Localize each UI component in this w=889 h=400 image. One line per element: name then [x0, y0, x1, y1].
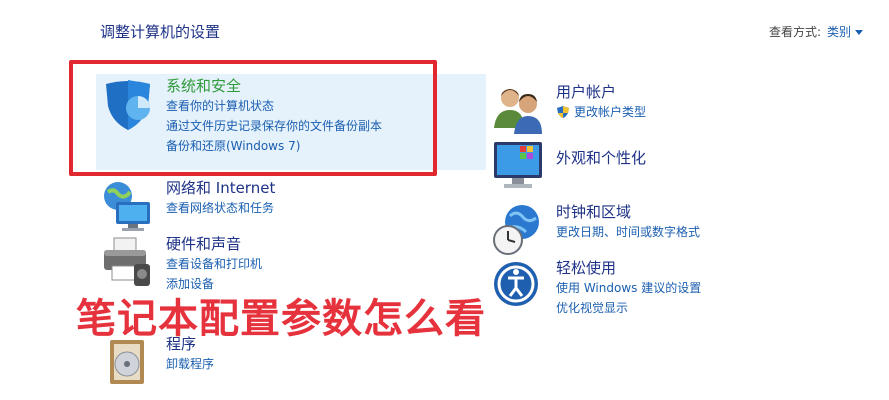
category-title-users[interactable]: 用户帐户 [556, 82, 646, 102]
page-title: 调整计算机的设置 [100, 23, 221, 41]
category-title-appearance[interactable]: 外观和个性化 [556, 148, 646, 168]
ease-of-access-icon [490, 258, 546, 314]
chevron-down-icon [855, 30, 863, 35]
printer-icon [100, 234, 156, 290]
network-icon [100, 178, 156, 234]
link-optimize-display[interactable]: 优化视觉显示 [556, 298, 701, 318]
category-ease-access[interactable]: 轻松使用 使用 Windows 建议的设置 优化视觉显示 [490, 258, 701, 318]
link-devices-printers[interactable]: 查看设备和打印机 [166, 254, 262, 274]
uac-shield-icon [557, 106, 569, 118]
view-by-label: 查看方式: [768, 25, 821, 39]
category-title-network[interactable]: 网络和 Internet [166, 178, 275, 198]
category-network[interactable]: 网络和 Internet 查看网络状态和任务 [100, 178, 275, 234]
link-change-account-type-label: 更改帐户类型 [574, 105, 647, 119]
link-recommended-settings[interactable]: 使用 Windows 建议的设置 [556, 278, 701, 298]
overlay-caption: 笔记本配置参数怎么看 [76, 296, 486, 342]
view-by-value: 类别 [826, 25, 851, 39]
category-title-ease-access[interactable]: 轻松使用 [556, 258, 701, 278]
link-change-date-time[interactable]: 更改日期、时间或数字格式 [556, 222, 700, 242]
category-hardware[interactable]: 硬件和声音 查看设备和打印机 添加设备 [100, 234, 262, 294]
link-uninstall[interactable]: 卸载程序 [166, 354, 214, 374]
link-network-status[interactable]: 查看网络状态和任务 [166, 198, 275, 218]
clock-globe-icon [490, 202, 546, 258]
users-icon [490, 82, 546, 138]
category-clock[interactable]: 时钟和区域 更改日期、时间或数字格式 [490, 202, 700, 258]
category-title-hardware[interactable]: 硬件和声音 [166, 234, 262, 254]
category-users[interactable]: 用户帐户 更改帐户类型 [490, 82, 646, 138]
category-title-clock[interactable]: 时钟和区域 [556, 202, 700, 222]
callout-box [69, 60, 437, 176]
category-appearance[interactable]: 外观和个性化 [490, 138, 646, 194]
appearance-icon [490, 138, 546, 194]
view-by: 查看方式: 类别 [769, 23, 863, 40]
link-change-account-type[interactable]: 更改帐户类型 [556, 102, 646, 122]
view-by-dropdown[interactable]: 类别 [827, 23, 863, 40]
